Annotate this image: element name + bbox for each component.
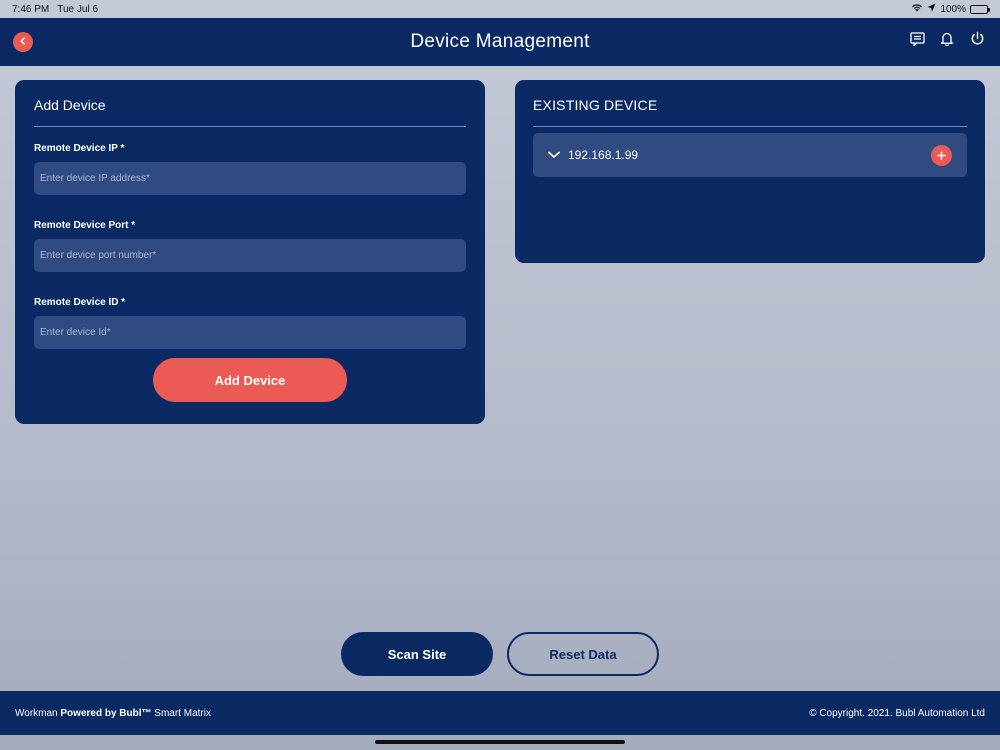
add-icon[interactable] xyxy=(931,144,952,166)
device-ip-label: Remote Device IP * xyxy=(34,143,125,154)
home-bar-area xyxy=(0,735,1000,750)
device-ip-text: 192.168.1.99 xyxy=(568,148,639,162)
device-port-input[interactable] xyxy=(34,239,466,272)
status-time: 7:46 PM xyxy=(12,3,50,15)
scan-site-button[interactable]: Scan Site xyxy=(341,632,493,676)
reset-data-button[interactable]: Reset Data xyxy=(507,632,659,676)
wifi-icon xyxy=(911,3,923,15)
power-icon xyxy=(970,31,985,51)
message-icon xyxy=(909,31,925,51)
device-row[interactable]: 192.168.1.99 xyxy=(533,133,967,177)
back-button[interactable] xyxy=(13,32,33,52)
message-button[interactable] xyxy=(908,31,926,51)
divider xyxy=(533,126,967,127)
add-device-button[interactable]: Add Device xyxy=(153,358,347,402)
power-button[interactable] xyxy=(968,31,986,51)
notifications-button[interactable] xyxy=(938,32,956,50)
page-title: Device Management xyxy=(410,31,590,52)
footer-brand-bold: Powered by Bubl™ xyxy=(60,707,152,719)
add-device-card: Add Device Remote Device IP * Remote Dev… xyxy=(15,80,485,424)
divider xyxy=(34,126,466,127)
device-ip-input[interactable] xyxy=(34,162,466,195)
existing-device-title: EXISTING DEVICE xyxy=(533,97,658,113)
footer: Workman Powered by Bubl™ Smart Matrix © … xyxy=(0,691,1000,735)
battery-icon xyxy=(970,4,990,14)
device-port-label: Remote Device Port * xyxy=(34,220,136,231)
header-actions xyxy=(908,31,986,51)
add-device-title: Add Device xyxy=(34,97,106,113)
device-id-input[interactable] xyxy=(34,316,466,349)
status-right: 100% xyxy=(911,3,990,15)
footer-copyright: © Copyright. 2021. Bubl Automation Ltd xyxy=(809,707,985,719)
footer-brand-suffix: Smart Matrix xyxy=(151,707,211,719)
status-bar: 7:46 PM Tue Jul 6 100% xyxy=(0,0,1000,18)
battery-percent: 100% xyxy=(940,3,966,15)
bell-icon xyxy=(940,31,954,51)
chevron-down-icon[interactable] xyxy=(548,151,560,159)
device-id-label: Remote Device ID * xyxy=(34,297,126,308)
status-date: Tue Jul 6 xyxy=(57,3,99,15)
location-icon xyxy=(927,3,936,15)
footer-brand: Workman Powered by Bubl™ Smart Matrix xyxy=(15,708,211,719)
home-indicator[interactable] xyxy=(375,740,625,744)
app-header: Device Management xyxy=(0,18,1000,66)
existing-device-card: EXISTING DEVICE 192.168.1.99 xyxy=(515,80,985,263)
back-icon xyxy=(18,33,28,51)
footer-brand-prefix: Workman xyxy=(15,707,61,719)
